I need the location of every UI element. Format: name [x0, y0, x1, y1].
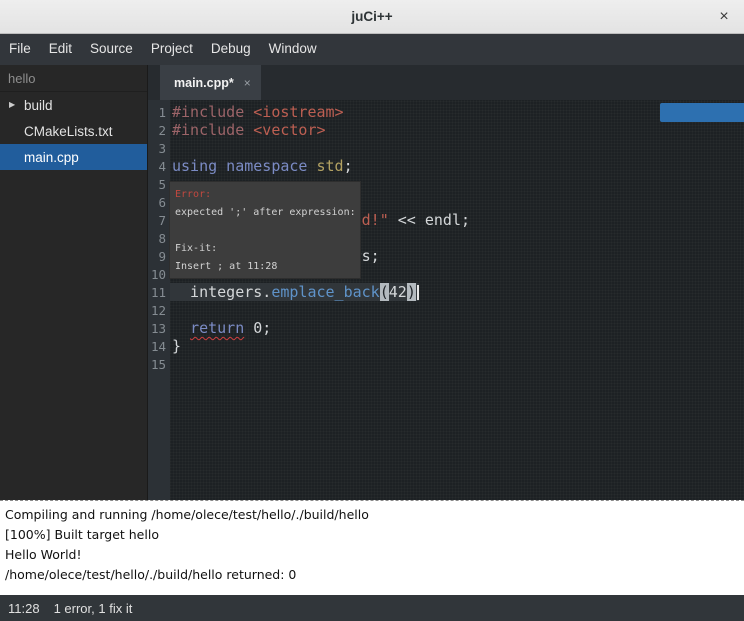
code-text: #include <vector>: [170, 121, 326, 139]
code-segment: << endl;: [389, 211, 470, 229]
code-segment: ;: [344, 157, 353, 175]
tooltip-line: Error:: [175, 186, 355, 204]
line-number: 11: [148, 283, 170, 301]
code-segment: integers.: [172, 283, 271, 301]
code-line: 4using namespace std;: [148, 157, 744, 175]
code-text: [170, 139, 172, 157]
code-line: 13 return 0;: [148, 319, 744, 337]
line-number: 1: [148, 103, 170, 121]
line-number: 5: [148, 175, 170, 193]
text-caret-icon: [417, 285, 419, 300]
code-text: using namespace std;: [170, 157, 353, 175]
code-text: integers.emplace_back(42): [170, 283, 419, 301]
output-line: Hello World!: [5, 545, 739, 565]
line-number: 14: [148, 337, 170, 355]
code-editor[interactable]: 1#include <iostream>2#include <vector>34…: [148, 100, 744, 500]
output-line: [100%] Built target hello: [5, 525, 739, 545]
cursor-position: 11:28: [8, 601, 40, 616]
menu-project[interactable]: Project: [142, 34, 202, 65]
tooltip-line: expected ';' after expression:: [175, 204, 355, 222]
tab-label: main.cpp*: [174, 76, 234, 90]
code-segment: using namespace: [172, 157, 307, 175]
code-segment: #include: [172, 121, 244, 139]
app-window: juCi++ × FileEditSourceProjectDebugWindo…: [0, 0, 744, 621]
menu-debug[interactable]: Debug: [202, 34, 260, 65]
code-segment: }: [172, 337, 181, 355]
code-segment: [244, 121, 253, 139]
code-text: #include <iostream>: [170, 103, 344, 121]
line-number: 7: [148, 211, 170, 229]
tree-item-label: main.cpp: [24, 150, 79, 165]
code-line: 14}: [148, 337, 744, 355]
output-panel[interactable]: Compiling and running /home/olece/test/h…: [0, 500, 744, 595]
line-number: 10: [148, 265, 170, 283]
code-segment: (: [380, 283, 389, 301]
tree-item-label: CMakeLists.txt: [24, 124, 113, 139]
titlebar[interactable]: juCi++ ×: [0, 0, 744, 34]
diagnostics-summary: 1 error, 1 fix it: [54, 601, 133, 616]
tab-close-icon[interactable]: ×: [244, 76, 251, 90]
code-segment: #include: [172, 103, 244, 121]
code-segment: return: [190, 319, 244, 337]
tabbar: main.cpp* ×: [148, 65, 744, 100]
line-number: 6: [148, 193, 170, 211]
line-number: 12: [148, 301, 170, 319]
code-line: 2#include <vector>: [148, 121, 744, 139]
code-segment: [172, 319, 190, 337]
tree-item-label: build: [24, 98, 53, 113]
tooltip-line: [175, 222, 355, 240]
code-segment: [307, 157, 316, 175]
line-number: 2: [148, 121, 170, 139]
code-text: return 0;: [170, 319, 271, 337]
code-text: }: [170, 337, 181, 355]
line-number: 4: [148, 157, 170, 175]
code-segment: 42: [389, 283, 407, 301]
code-line: 12: [148, 301, 744, 319]
statusbar: 11:28 1 error, 1 fix it: [0, 595, 744, 621]
code-text: [170, 301, 172, 319]
editor-pane: main.cpp* × 1#include <iostream>2#includ…: [148, 65, 744, 500]
tooltip-line: Insert ; at 11:28: [175, 258, 355, 276]
line-number: 15: [148, 355, 170, 373]
menubar: FileEditSourceProjectDebugWindow: [0, 34, 744, 65]
expander-icon[interactable]: ▶: [9, 100, 15, 109]
line-number: 3: [148, 139, 170, 157]
line-number: 13: [148, 319, 170, 337]
code-segment: [244, 103, 253, 121]
code-segment: <iostream>: [253, 103, 343, 121]
main-area: hello ▶ build CMakeLists.txt main.cpp main.…: [0, 65, 744, 500]
menu-edit[interactable]: Edit: [40, 34, 81, 65]
window-title: juCi++: [0, 9, 744, 24]
tooltip-line: Fix-it:: [175, 240, 355, 258]
tree-item-main-cpp[interactable]: main.cpp: [0, 144, 147, 170]
menu-window[interactable]: Window: [260, 34, 326, 65]
file-tree: ▶ build CMakeLists.txt main.cpp: [0, 92, 147, 170]
project-folder-name: hello: [0, 65, 147, 92]
code-line: 11 integers.emplace_back(42): [148, 283, 744, 301]
tab-main-cpp[interactable]: main.cpp* ×: [160, 65, 261, 100]
menu-file[interactable]: File: [0, 34, 40, 65]
code-text: [170, 355, 172, 373]
diagnostic-tooltip: Error:expected ';' after expression: Fix…: [169, 181, 361, 279]
output-line: /home/olece/test/hello/./build/hello ret…: [5, 565, 739, 585]
code-segment: <vector>: [253, 121, 325, 139]
sidebar-file-browser: hello ▶ build CMakeLists.txt main.cpp: [0, 65, 148, 500]
line-number: 8: [148, 229, 170, 247]
tree-item-build[interactable]: ▶ build: [0, 92, 147, 118]
code-line: 3: [148, 139, 744, 157]
code-segment: std: [317, 157, 344, 175]
menu-source[interactable]: Source: [81, 34, 142, 65]
code-line: 1#include <iostream>: [148, 103, 744, 121]
scrollbar-thumb[interactable]: [660, 103, 744, 122]
close-window-icon[interactable]: ×: [715, 8, 733, 26]
code-segment: 0;: [244, 319, 271, 337]
output-line: Compiling and running /home/olece/test/h…: [5, 505, 739, 525]
code-segment: ): [407, 283, 416, 301]
tree-item-cmakelists-txt[interactable]: CMakeLists.txt: [0, 118, 147, 144]
code-segment: emplace_back: [271, 283, 379, 301]
line-number: 9: [148, 247, 170, 265]
code-line: 15: [148, 355, 744, 373]
